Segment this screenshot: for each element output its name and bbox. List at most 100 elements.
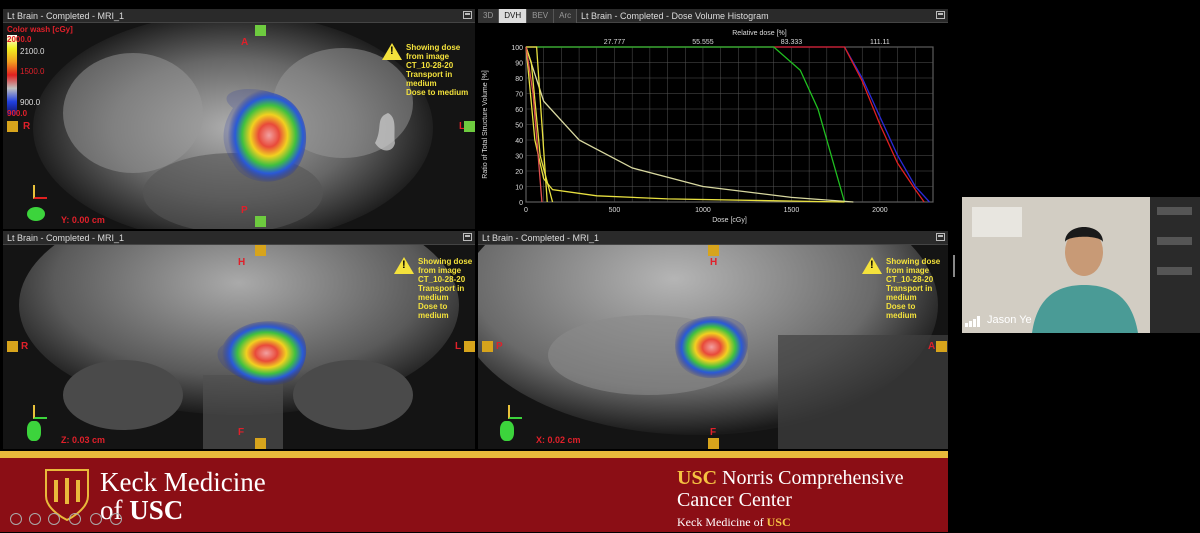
- orient-top: H: [238, 257, 246, 268]
- crosshair-handle-top[interactable]: [255, 245, 266, 256]
- axes-indicator-icon: [33, 405, 47, 419]
- crosshair-handle-bottom[interactable]: [708, 438, 719, 449]
- tab-arc[interactable]: Arc: [554, 9, 578, 23]
- orient-top: H: [710, 257, 718, 268]
- orient-left: R: [21, 341, 29, 352]
- scale-value-mid: 1500.0: [20, 67, 45, 76]
- warning-icon: !: [382, 43, 402, 60]
- dose-warning: ! Showing dose from image CT_10-28-20 Tr…: [394, 257, 475, 320]
- dose-warning: ! Showing dose from image CT_10-28-20 Tr…: [862, 257, 948, 320]
- panel-resize-handle[interactable]: [953, 255, 955, 277]
- warning-line: CT_10-28-20: [886, 275, 934, 284]
- warning-line: from image: [418, 266, 462, 275]
- orient-bottom: F: [238, 427, 245, 438]
- keck-line2: of USC: [100, 496, 266, 524]
- colorwash-label: Color wash [cGy]: [7, 25, 73, 34]
- tab-dvh[interactable]: DVH: [499, 9, 528, 23]
- signal-strength-icon: [965, 316, 981, 327]
- dvh-chart[interactable]: 01020304050607080901000 500 1000 1500 200027…: [478, 23, 948, 229]
- warning-line: from image: [406, 52, 450, 61]
- slice-coordinate: Z: 0.03 cm: [61, 435, 106, 445]
- crosshair-handle-bottom[interactable]: [255, 216, 266, 227]
- orient-right: A: [928, 341, 936, 352]
- axial-view-title: Lt Brain - Completed - MRI_1: [7, 11, 125, 21]
- warning-line: Transport in: [886, 284, 933, 293]
- dose-warning: ! Showing dose from image CT_10-28-20 Tr…: [382, 43, 469, 97]
- maximize-icon[interactable]: [936, 233, 945, 241]
- warning-line: Dose to medium: [886, 302, 917, 320]
- norris-sub: Keck Medicine of USC: [677, 511, 904, 533]
- zoom-icon[interactable]: [90, 513, 102, 525]
- crosshair-handle-right[interactable]: [464, 121, 475, 132]
- crosshair-handle-left[interactable]: [7, 121, 18, 132]
- x-tick-label: 1500: [784, 207, 800, 214]
- next-slide-icon[interactable]: [29, 513, 41, 525]
- warning-line: medium: [418, 293, 449, 302]
- crosshair-handle-right[interactable]: [464, 341, 475, 352]
- pen-tool-icon[interactable]: [48, 513, 60, 525]
- warning-icon: !: [394, 257, 414, 274]
- warning-line: medium: [406, 79, 437, 88]
- scale-value-min: 900.0: [7, 109, 28, 118]
- orient-top: A: [241, 37, 249, 48]
- warning-line: Dose to medium: [406, 88, 469, 97]
- patient-orientation-icon: [27, 207, 45, 221]
- y-tick-label: 20: [515, 169, 523, 176]
- orient-bottom: P: [241, 205, 248, 216]
- maximize-icon[interactable]: [936, 11, 945, 19]
- y-tick-label: 90: [515, 61, 523, 68]
- warning-line: medium: [886, 293, 917, 302]
- top-tick-label: 83.333: [781, 39, 803, 46]
- tab-bev[interactable]: BEV: [527, 9, 555, 23]
- norris-line1: USC Norris Comprehensive: [677, 467, 904, 489]
- crosshair-handle-right[interactable]: [936, 341, 947, 352]
- sagittal-scan-image[interactable]: H F P A X: 0.02 cm ! Showing dose from i…: [478, 245, 948, 449]
- top-tick-label: 55.555: [692, 39, 714, 46]
- participant-name: Jason Ye: [987, 314, 1032, 326]
- x-tick-label: 2000: [872, 207, 888, 214]
- axes-indicator-icon: [508, 405, 522, 419]
- tab-3d[interactable]: 3D: [478, 9, 500, 23]
- y-tick-label: 70: [515, 92, 523, 99]
- crosshair-handle-left[interactable]: [482, 341, 493, 352]
- y-tick-label: 40: [515, 138, 523, 145]
- sagittal-view-pane[interactable]: Lt Brain - Completed - MRI_1 H F P A X: …: [478, 231, 948, 449]
- top-axis-label: Relative dose [%]: [732, 30, 787, 37]
- axial-scan-image[interactable]: Color wash [cGy] 2000.0 2100.0 1500.0 90…: [3, 23, 475, 229]
- participant-video[interactable]: [962, 197, 1200, 333]
- crosshair-handle-top[interactable]: [255, 25, 266, 36]
- warning-line: CT_10-28-20: [418, 275, 466, 284]
- norris-cancer-center-logo-text: USC Norris Comprehensive Cancer Center K…: [677, 467, 904, 533]
- dvh-title: Lt Brain - Completed - Dose Volume Histo…: [581, 11, 769, 21]
- previous-slide-icon[interactable]: [10, 513, 22, 525]
- slides-grid-icon[interactable]: [69, 513, 81, 525]
- crosshair-handle-left[interactable]: [7, 341, 18, 352]
- maximize-icon[interactable]: [463, 233, 472, 241]
- orient-right: L: [455, 341, 462, 352]
- x-tick-label: 0: [524, 207, 528, 214]
- x-axis-label: Dose [cGy]: [712, 217, 747, 224]
- more-options-icon[interactable]: [110, 513, 122, 525]
- coronal-view-title: Lt Brain - Completed - MRI_1: [7, 233, 125, 243]
- y-tick-label: 60: [515, 107, 523, 114]
- dvh-pane[interactable]: 3D DVH BEV Arc Lt Brain - Completed - Do…: [478, 9, 948, 229]
- axial-view-pane[interactable]: Lt Brain - Completed - MRI_1 Color wash …: [3, 9, 475, 229]
- warning-line: Transport in: [406, 70, 453, 79]
- warning-line: Showing dose: [886, 257, 941, 266]
- norris-name: Norris Comprehensive: [717, 467, 904, 489]
- patient-orientation-icon: [27, 421, 41, 441]
- axial-view-titlebar: Lt Brain - Completed - MRI_1: [3, 9, 475, 23]
- warning-line: from image: [886, 266, 930, 275]
- warning-line: Transport in: [418, 284, 465, 293]
- maximize-icon[interactable]: [463, 11, 472, 19]
- patient-orientation-icon: [500, 421, 514, 441]
- keck-medicine-logo-text: Keck Medicine of USC: [100, 468, 266, 524]
- crosshair-handle-top[interactable]: [708, 245, 719, 256]
- slice-coordinate: X: 0.02 cm: [536, 435, 581, 445]
- y-tick-label: 30: [515, 154, 523, 161]
- warning-line: Showing dose: [418, 257, 473, 266]
- y-tick-label: 100: [511, 45, 523, 52]
- coronal-scan-image[interactable]: H F R L Z: 0.03 cm ! Showing dose from i…: [3, 245, 475, 449]
- crosshair-handle-bottom[interactable]: [255, 438, 266, 449]
- coronal-view-pane[interactable]: Lt Brain - Completed - MRI_1 H F R L Z: …: [3, 231, 475, 449]
